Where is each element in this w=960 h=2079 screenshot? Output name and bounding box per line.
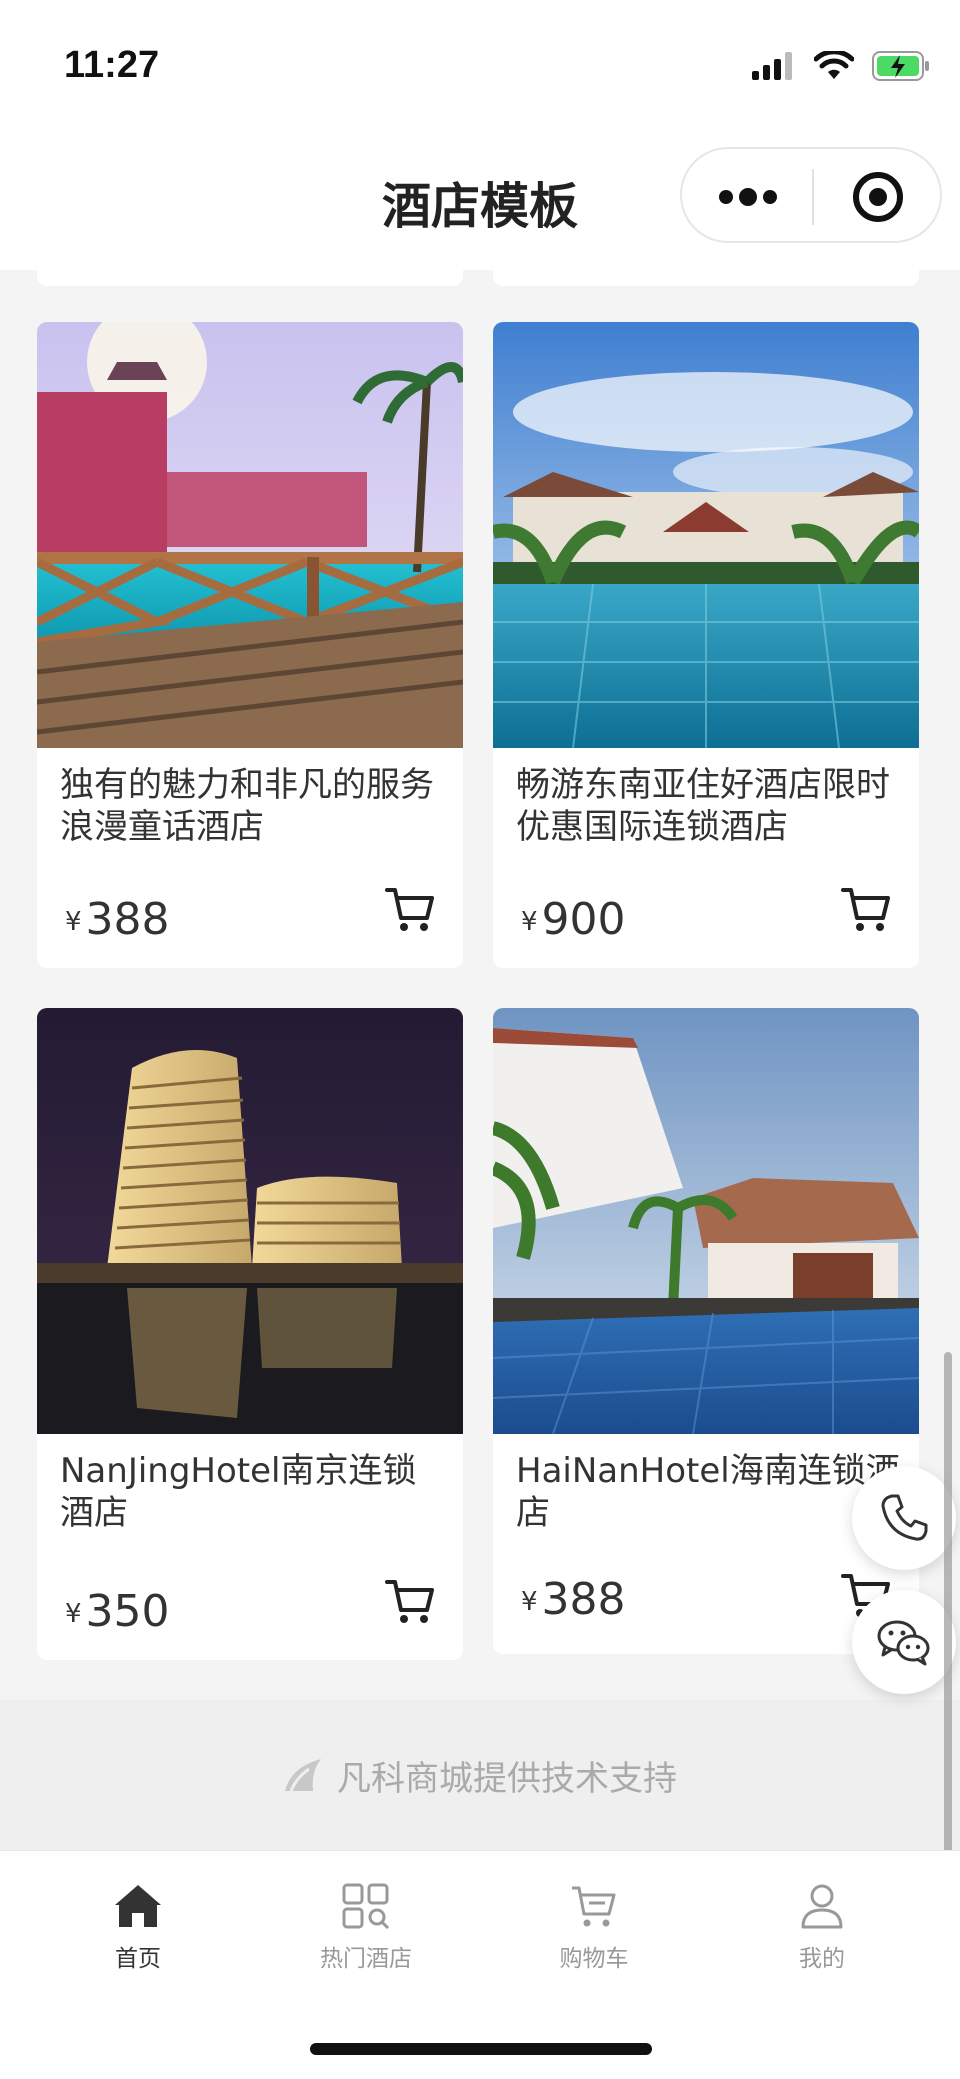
status-icons bbox=[752, 50, 932, 82]
wechat-icon bbox=[877, 1620, 930, 1666]
hotel-image bbox=[493, 1008, 919, 1434]
price-value: 900 bbox=[541, 894, 626, 945]
cart-icon[interactable] bbox=[385, 1576, 435, 1626]
nav-bar: 酒店模板 bbox=[0, 125, 960, 270]
tab-label: 热门酒店 bbox=[320, 1946, 412, 1972]
hotel-name: NanJingHotel南京连锁酒店 bbox=[60, 1451, 417, 1533]
currency-symbol: ¥ bbox=[521, 907, 538, 937]
miniprogram-capsule bbox=[680, 147, 942, 243]
wifi-icon bbox=[814, 51, 854, 79]
cart-icon bbox=[572, 1886, 616, 1927]
currency-symbol: ¥ bbox=[521, 1587, 538, 1617]
more-icon[interactable] bbox=[716, 173, 780, 221]
hotel-card[interactable]: 畅游东南亚住好酒店限时优惠国际连锁酒店 ¥900 bbox=[493, 322, 919, 968]
wechat-button[interactable] bbox=[852, 1590, 956, 1694]
tab-bar: 首页 热门酒店 购物车 我的 bbox=[0, 1850, 960, 2079]
capsule-divider bbox=[812, 169, 814, 225]
currency-symbol: ¥ bbox=[65, 1599, 82, 1629]
status-time: 11:27 bbox=[64, 44, 160, 86]
tab-label: 首页 bbox=[115, 1946, 161, 1972]
hotel-image bbox=[37, 322, 463, 748]
fanke-logo-icon bbox=[285, 1759, 321, 1792]
hotel-name: 畅游东南亚住好酒店限时优惠国际连锁酒店 bbox=[516, 765, 890, 847]
price-value: 388 bbox=[541, 1574, 626, 1625]
cart-icon[interactable] bbox=[841, 884, 891, 934]
tab-hot-hotels[interactable]: 热门酒店 bbox=[252, 1883, 480, 1973]
phone-button[interactable] bbox=[852, 1466, 956, 1570]
grid-search-icon bbox=[342, 1883, 390, 1930]
tech-support-text: 凡科商城提供技术支持 bbox=[337, 1758, 677, 1799]
tech-support-footer: 凡科商城提供技术支持 bbox=[0, 1700, 960, 1850]
tab-home[interactable]: 首页 bbox=[24, 1883, 252, 1973]
battery-charging-icon bbox=[872, 51, 929, 81]
hotel-price: ¥900 bbox=[521, 894, 626, 945]
currency-symbol: ¥ bbox=[65, 907, 82, 937]
tab-label: 我的 bbox=[799, 1946, 845, 1972]
price-value: 388 bbox=[85, 894, 170, 945]
close-target-icon[interactable] bbox=[850, 169, 906, 225]
hotel-price: ¥350 bbox=[65, 1586, 170, 1637]
home-indicator bbox=[310, 2043, 652, 2055]
cart-icon[interactable] bbox=[385, 884, 435, 934]
phone-icon bbox=[881, 1494, 928, 1541]
hotel-image bbox=[37, 1008, 463, 1434]
hotel-name: HaiNanHotel海南连锁酒店 bbox=[516, 1451, 900, 1533]
tab-mine[interactable]: 我的 bbox=[708, 1883, 936, 1973]
hotel-price: ¥388 bbox=[521, 1574, 626, 1625]
previous-card-bottom bbox=[37, 270, 463, 286]
price-value: 350 bbox=[85, 1586, 170, 1637]
status-bar: 11:27 bbox=[0, 0, 960, 125]
hotel-list: 独有的魅力和非凡的服务浪漫童话酒店 ¥388 畅游东南亚住好酒店限时优惠国际连锁… bbox=[0, 270, 960, 1850]
hotel-image bbox=[493, 322, 919, 748]
home-icon bbox=[115, 1885, 161, 1927]
hotel-card[interactable]: NanJingHotel南京连锁酒店 ¥350 bbox=[37, 1008, 463, 1660]
hotel-name: 独有的魅力和非凡的服务浪漫童话酒店 bbox=[60, 765, 434, 847]
hotel-price: ¥388 bbox=[65, 894, 170, 945]
previous-card-bottom bbox=[493, 270, 919, 286]
hotel-card[interactable]: HaiNanHotel海南连锁酒店 ¥388 bbox=[493, 1008, 919, 1654]
hotel-card[interactable]: 独有的魅力和非凡的服务浪漫童话酒店 ¥388 bbox=[37, 322, 463, 968]
user-icon bbox=[801, 1884, 843, 1929]
tab-cart[interactable]: 购物车 bbox=[480, 1883, 708, 1973]
signal-icon bbox=[752, 52, 792, 80]
tab-label: 购物车 bbox=[559, 1946, 629, 1972]
